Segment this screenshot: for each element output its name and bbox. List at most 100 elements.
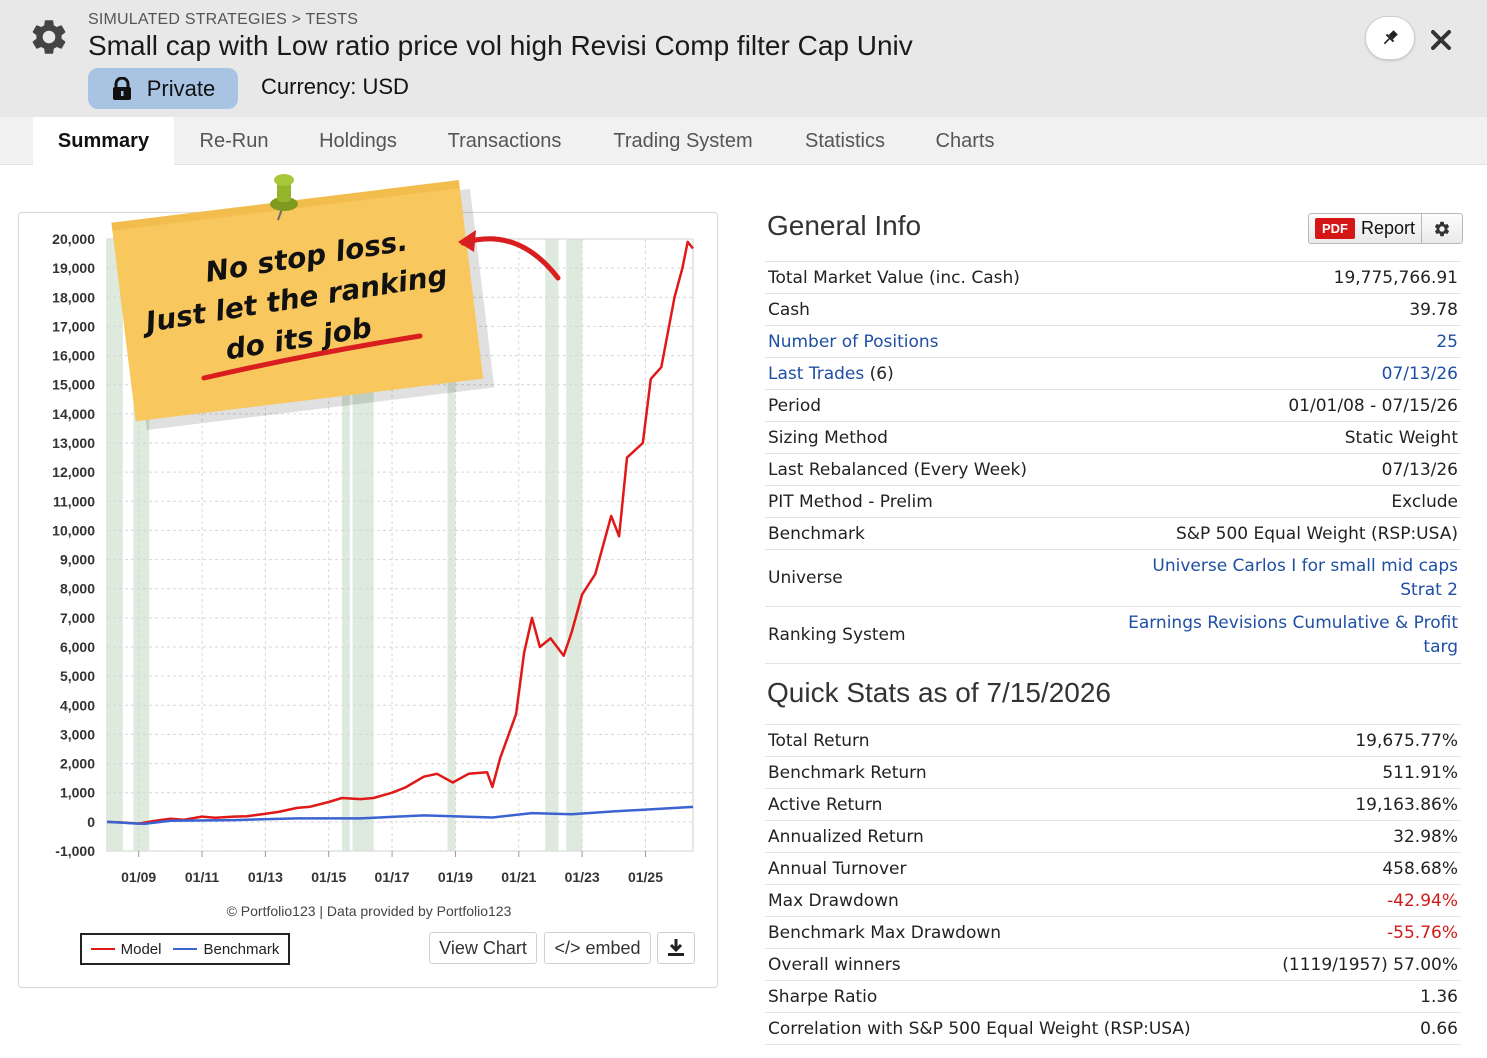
stat-value: 458.68% bbox=[1382, 858, 1458, 879]
number-of-positions-link[interactable]: Number of Positions bbox=[768, 332, 939, 352]
general-info-title: General Info bbox=[767, 210, 922, 241]
page-header: SIMULATED STRATEGIES > TESTS Small cap w… bbox=[0, 0, 1487, 117]
ranking-line-1: Earnings Revisions Cumulative & Profit bbox=[1128, 613, 1458, 633]
report-settings-button[interactable] bbox=[1422, 214, 1462, 243]
tab-holdings[interactable]: Holdings bbox=[302, 117, 414, 165]
report-button-group: PDF Report bbox=[1308, 213, 1463, 244]
breadcrumb[interactable]: SIMULATED STRATEGIES > TESTS bbox=[88, 11, 358, 29]
stat-row-total-return: Total Return 19,675.77% bbox=[765, 725, 1461, 757]
x-tick-label: 01/23 bbox=[565, 869, 600, 885]
info-row-last-trades: Last Trades (6) 07/13/26 bbox=[765, 358, 1461, 390]
x-tick-label: 01/13 bbox=[248, 869, 283, 885]
download-icon bbox=[668, 939, 684, 956]
y-tick-label: 7,000 bbox=[60, 610, 95, 626]
stat-row-annualized-return: Annualized Return 32.98% bbox=[765, 821, 1461, 853]
x-tick-label: 01/21 bbox=[501, 869, 536, 885]
stat-row-sharpe-ratio: Sharpe Ratio 1.36 bbox=[765, 981, 1461, 1013]
stat-key: Total Return bbox=[768, 730, 870, 751]
info-value: S&P 500 Equal Weight (RSP:USA) bbox=[1175, 523, 1458, 544]
y-tick-label: 1,000 bbox=[60, 785, 95, 801]
y-tick-label: 20,000 bbox=[52, 231, 95, 247]
view-chart-button[interactable]: View Chart bbox=[429, 932, 537, 964]
tab-charts[interactable]: Charts bbox=[920, 117, 1010, 165]
tab-re-run[interactable]: Re-Run bbox=[182, 117, 286, 165]
stat-value: 32.98% bbox=[1393, 826, 1458, 847]
info-key: Benchmark bbox=[768, 523, 865, 544]
stat-value: -42.94% bbox=[1387, 890, 1458, 911]
y-tick-label: 9,000 bbox=[60, 552, 95, 568]
legend-model[interactable]: Model bbox=[121, 941, 162, 958]
pin-button[interactable] bbox=[1365, 16, 1415, 60]
universe-line-2: Strat 2 bbox=[1400, 580, 1458, 600]
info-value: Static Weight bbox=[1344, 427, 1458, 448]
info-row-ranking-system: Ranking System Earnings Revisions Cumula… bbox=[765, 607, 1461, 664]
report-label: Report bbox=[1361, 218, 1416, 238]
stat-key: Max Drawdown bbox=[768, 890, 899, 911]
benchmark-swatch bbox=[173, 948, 198, 950]
info-value: 19,775,766.91 bbox=[1333, 267, 1458, 288]
stat-value: (1119/1957) 57.00% bbox=[1282, 954, 1458, 975]
info-key: Ranking System bbox=[768, 625, 906, 645]
stat-value: 511.91% bbox=[1382, 762, 1458, 783]
info-row-benchmark: Benchmark S&P 500 Equal Weight (RSP:USA) bbox=[765, 518, 1461, 550]
pdf-badge: PDF bbox=[1315, 218, 1355, 239]
last-trades-date-link[interactable]: 07/13/26 bbox=[1382, 364, 1458, 384]
y-tick-label: 2,000 bbox=[60, 756, 95, 772]
pdf-report-button[interactable]: PDF Report bbox=[1309, 214, 1423, 243]
ranking-system-link[interactable]: Earnings Revisions Cumulative & Profit t… bbox=[1128, 611, 1458, 659]
y-tick-label: 16,000 bbox=[52, 348, 95, 364]
x-tick-label: 01/17 bbox=[375, 869, 410, 885]
stat-key: Benchmark Return bbox=[768, 762, 927, 783]
page-title: Small cap with Low ratio price vol high … bbox=[88, 30, 913, 61]
quick-stats-table: Total Return 19,675.77% Benchmark Return… bbox=[765, 724, 1461, 1045]
info-row-period: Period 01/01/08 - 07/15/26 bbox=[765, 390, 1461, 422]
y-tick-label: 14,000 bbox=[52, 406, 95, 422]
stat-row-active-return: Active Return 19,163.86% bbox=[765, 789, 1461, 821]
y-tick-label: 11,000 bbox=[53, 493, 95, 509]
private-button[interactable]: Private bbox=[88, 68, 238, 109]
stat-value: 19,163.86% bbox=[1355, 794, 1458, 815]
stat-key: Correlation with S&P 500 Equal Weight (R… bbox=[768, 1018, 1191, 1039]
tab-transactions[interactable]: Transactions bbox=[432, 117, 577, 165]
y-tick-label: 17,000 bbox=[52, 318, 95, 334]
tab-statistics[interactable]: Statistics bbox=[790, 117, 900, 165]
y-tick-label: 8,000 bbox=[60, 581, 95, 597]
info-value: Exclude bbox=[1391, 491, 1458, 512]
stat-key: Benchmark Max Drawdown bbox=[768, 922, 1002, 943]
info-value: 39.78 bbox=[1409, 299, 1458, 320]
download-button[interactable] bbox=[657, 932, 695, 964]
last-trades-count: (6) bbox=[864, 363, 894, 384]
stat-key: Annual Turnover bbox=[768, 858, 907, 879]
stat-key: Active Return bbox=[768, 794, 883, 815]
close-button[interactable] bbox=[1425, 24, 1457, 56]
info-row-rebalanced: Last Rebalanced (Every Week) 07/13/26 bbox=[765, 454, 1461, 486]
tab-trading-system[interactable]: Trading System bbox=[598, 117, 768, 165]
info-key: PIT Method - Prelim bbox=[768, 491, 933, 512]
chart-credits: © Portfolio123 | Data provided by Portfo… bbox=[226, 903, 512, 919]
legend-benchmark[interactable]: Benchmark bbox=[203, 941, 279, 958]
info-value: 01/01/08 - 07/15/26 bbox=[1288, 395, 1458, 416]
stat-row-annual-turnover: Annual Turnover 458.68% bbox=[765, 853, 1461, 885]
x-tick-label: 01/25 bbox=[628, 869, 663, 885]
stat-row-benchmark-return: Benchmark Return 511.91% bbox=[765, 757, 1461, 789]
settings-gear-icon[interactable] bbox=[28, 16, 70, 58]
universe-line-1: Universe Carlos I for small mid caps bbox=[1152, 556, 1458, 576]
last-trades-link[interactable]: Last Trades bbox=[768, 364, 864, 384]
y-tick-label: 10,000 bbox=[52, 522, 95, 538]
info-row-market-value: Total Market Value (inc. Cash) 19,775,76… bbox=[765, 262, 1461, 294]
model-swatch bbox=[90, 948, 115, 950]
gear-icon bbox=[1435, 221, 1450, 236]
embed-button[interactable]: </> embed bbox=[544, 932, 651, 964]
tab-summary[interactable]: Summary bbox=[33, 117, 174, 165]
y-tick-label: 3,000 bbox=[60, 726, 95, 742]
universe-link[interactable]: Universe Carlos I for small mid caps Str… bbox=[1152, 554, 1458, 602]
positions-count-link[interactable]: 25 bbox=[1436, 332, 1458, 352]
info-row-sizing: Sizing Method Static Weight bbox=[765, 422, 1461, 454]
stat-value: -55.76% bbox=[1387, 922, 1458, 943]
x-tick-label: 01/11 bbox=[185, 869, 219, 885]
info-key: Last Rebalanced (Every Week) bbox=[768, 459, 1028, 480]
private-label: Private bbox=[146, 75, 216, 101]
info-row-positions: Number of Positions 25 bbox=[765, 326, 1461, 358]
lock-icon bbox=[112, 76, 131, 100]
info-key: Universe bbox=[768, 568, 843, 588]
